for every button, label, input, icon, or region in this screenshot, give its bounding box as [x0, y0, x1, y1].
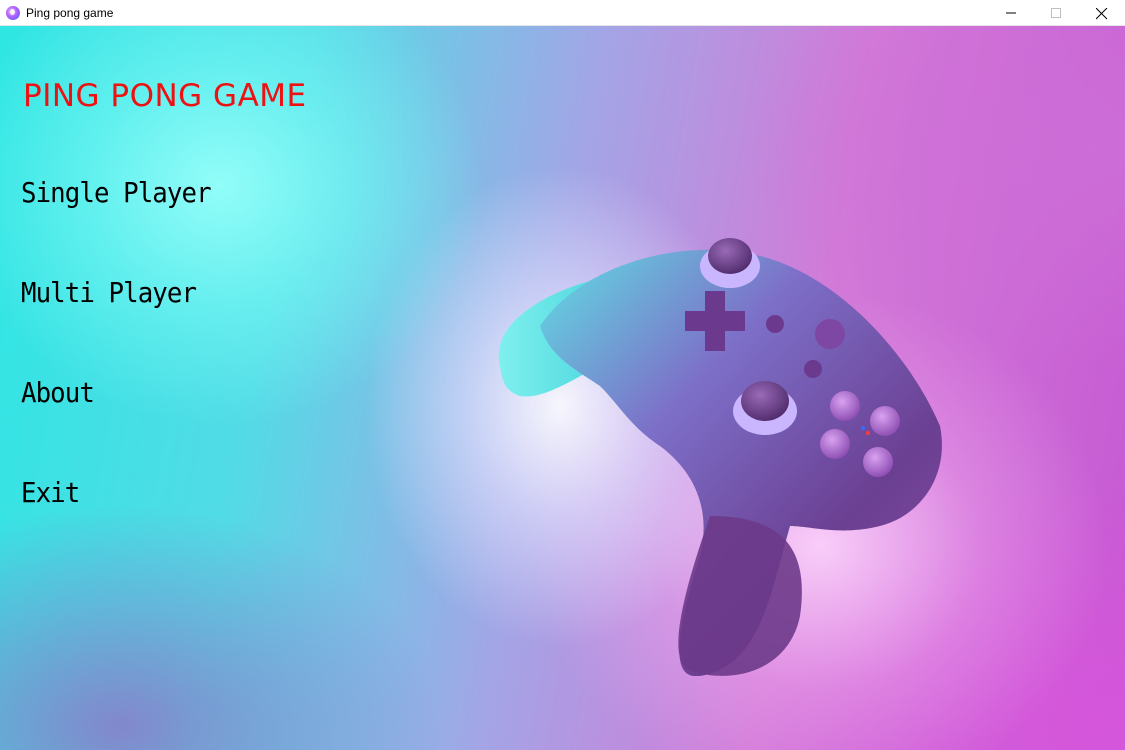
minimize-icon: [1006, 12, 1016, 14]
app-logo-icon: [6, 6, 20, 20]
game-title: PING PONG GAME: [23, 78, 307, 114]
single-player-button[interactable]: Single Player: [21, 176, 212, 209]
title-bar[interactable]: Ping pong game: [0, 0, 1125, 26]
about-button[interactable]: About: [21, 376, 95, 409]
close-icon: [1096, 8, 1108, 20]
multi-player-button[interactable]: Multi Player: [21, 276, 197, 309]
game-controller-image: [498, 238, 942, 676]
minimize-button[interactable]: [989, 0, 1035, 26]
game-menu-screen: PING PONG GAME Single Player Multi Playe…: [0, 26, 1125, 750]
close-button[interactable]: [1079, 0, 1125, 26]
app-window: Ping pong game PING PONG GAME Single Pla…: [0, 0, 1125, 750]
maximize-icon: [1051, 8, 1061, 18]
maximize-button[interactable]: [1034, 0, 1080, 26]
window-title: Ping pong game: [26, 6, 114, 20]
exit-button[interactable]: Exit: [21, 476, 80, 509]
